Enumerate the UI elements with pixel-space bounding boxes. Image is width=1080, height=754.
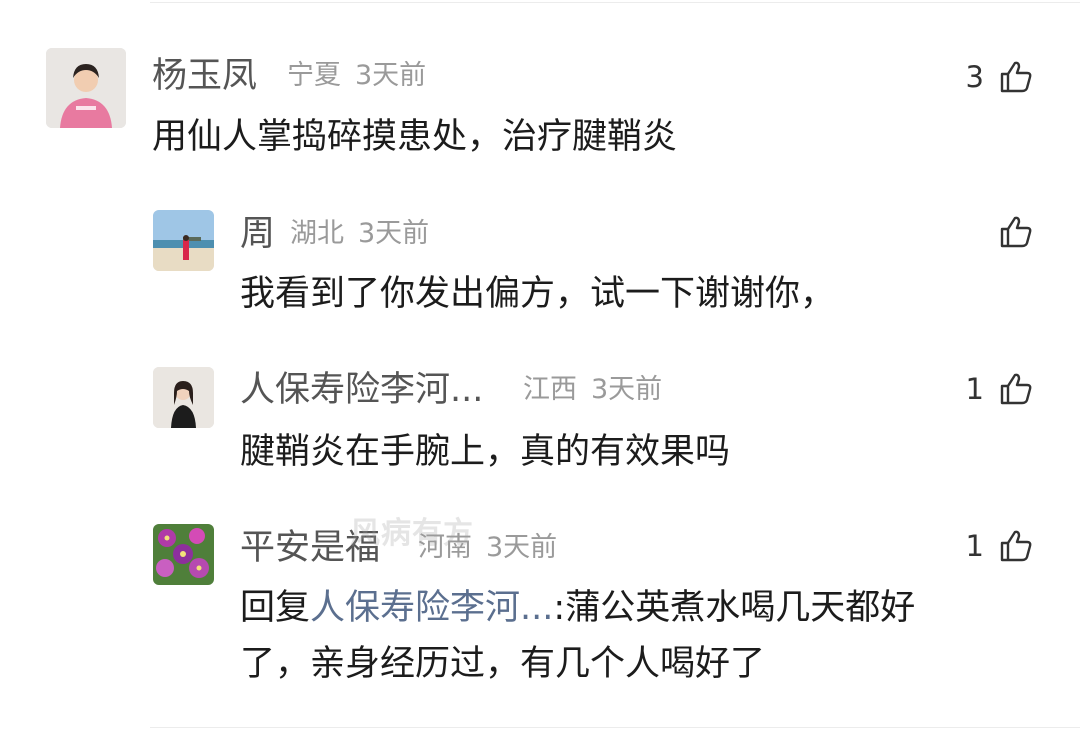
like-button[interactable]: [998, 212, 1034, 252]
woman-portrait-avatar: [153, 367, 214, 428]
comment-author-name[interactable]: 人保寿险李河...: [240, 370, 483, 410]
avatar-renbao[interactable]: [153, 367, 214, 428]
comment-text: 回复人保寿险李河...:蒲公英煮水喝几天都好 了，亲身经历过，有几个人喝好了: [240, 580, 915, 692]
comment-text: 用仙人掌捣碎摸患处，治疗腱鞘炎: [152, 117, 678, 157]
avatar-zhou[interactable]: [153, 210, 214, 271]
reply-line-2: 了，亲身经历过，有几个人喝好了: [240, 644, 766, 684]
purple-flowers-avatar: [153, 524, 214, 585]
watermark: 风病有方: [350, 516, 474, 551]
reply-target-link[interactable]: 人保寿险李河...: [310, 588, 553, 628]
thumbs-up-icon: [998, 528, 1034, 564]
thumbs-up-icon: [998, 59, 1034, 95]
beach-photo-avatar: [153, 210, 214, 271]
comment-author-name[interactable]: 周: [240, 214, 275, 254]
comment-text: 腱鞘炎在手腕上，真的有效果吗: [240, 432, 731, 472]
comment-meta: 湖北 3天前: [290, 214, 429, 254]
reply-text: :蒲公英煮水喝几天都好: [553, 588, 916, 628]
thumbs-up-icon: [998, 371, 1034, 407]
comment-author-name[interactable]: 杨玉凤: [152, 56, 257, 96]
comment-time: 3天前: [486, 532, 558, 563]
comment-location: 江西: [523, 374, 577, 405]
like-count: 1: [965, 372, 984, 406]
like-button[interactable]: 1: [966, 369, 1034, 409]
comment-meta: 宁夏 3天前: [287, 56, 426, 96]
comment-time: 3天前: [355, 60, 427, 91]
like-button[interactable]: 1: [966, 526, 1034, 566]
comment-meta: 江西 3天前: [523, 370, 662, 410]
reply-line-1: 回复人保寿险李河...:蒲公英煮水喝几天都好: [240, 580, 915, 636]
comment-location: 湖北: [290, 218, 344, 249]
bottom-divider: [150, 727, 1080, 728]
comment-text: 我看到了你发出偏方，试一下谢谢你，: [240, 274, 836, 314]
comment-time: 3天前: [591, 374, 663, 405]
thumbs-up-icon: [998, 214, 1034, 250]
avatar-pingan[interactable]: [153, 524, 214, 585]
like-button[interactable]: 3: [966, 57, 1034, 97]
like-count: 3: [965, 60, 984, 94]
like-count: 1: [965, 529, 984, 563]
girl-pink-sweater-avatar: [46, 48, 126, 128]
avatar-yang-yufeng[interactable]: [46, 48, 126, 128]
reply-prefix: 回复: [240, 588, 311, 628]
comment-location: 宁夏: [287, 60, 341, 91]
top-divider: [150, 2, 1080, 3]
comment-time: 3天前: [358, 218, 430, 249]
